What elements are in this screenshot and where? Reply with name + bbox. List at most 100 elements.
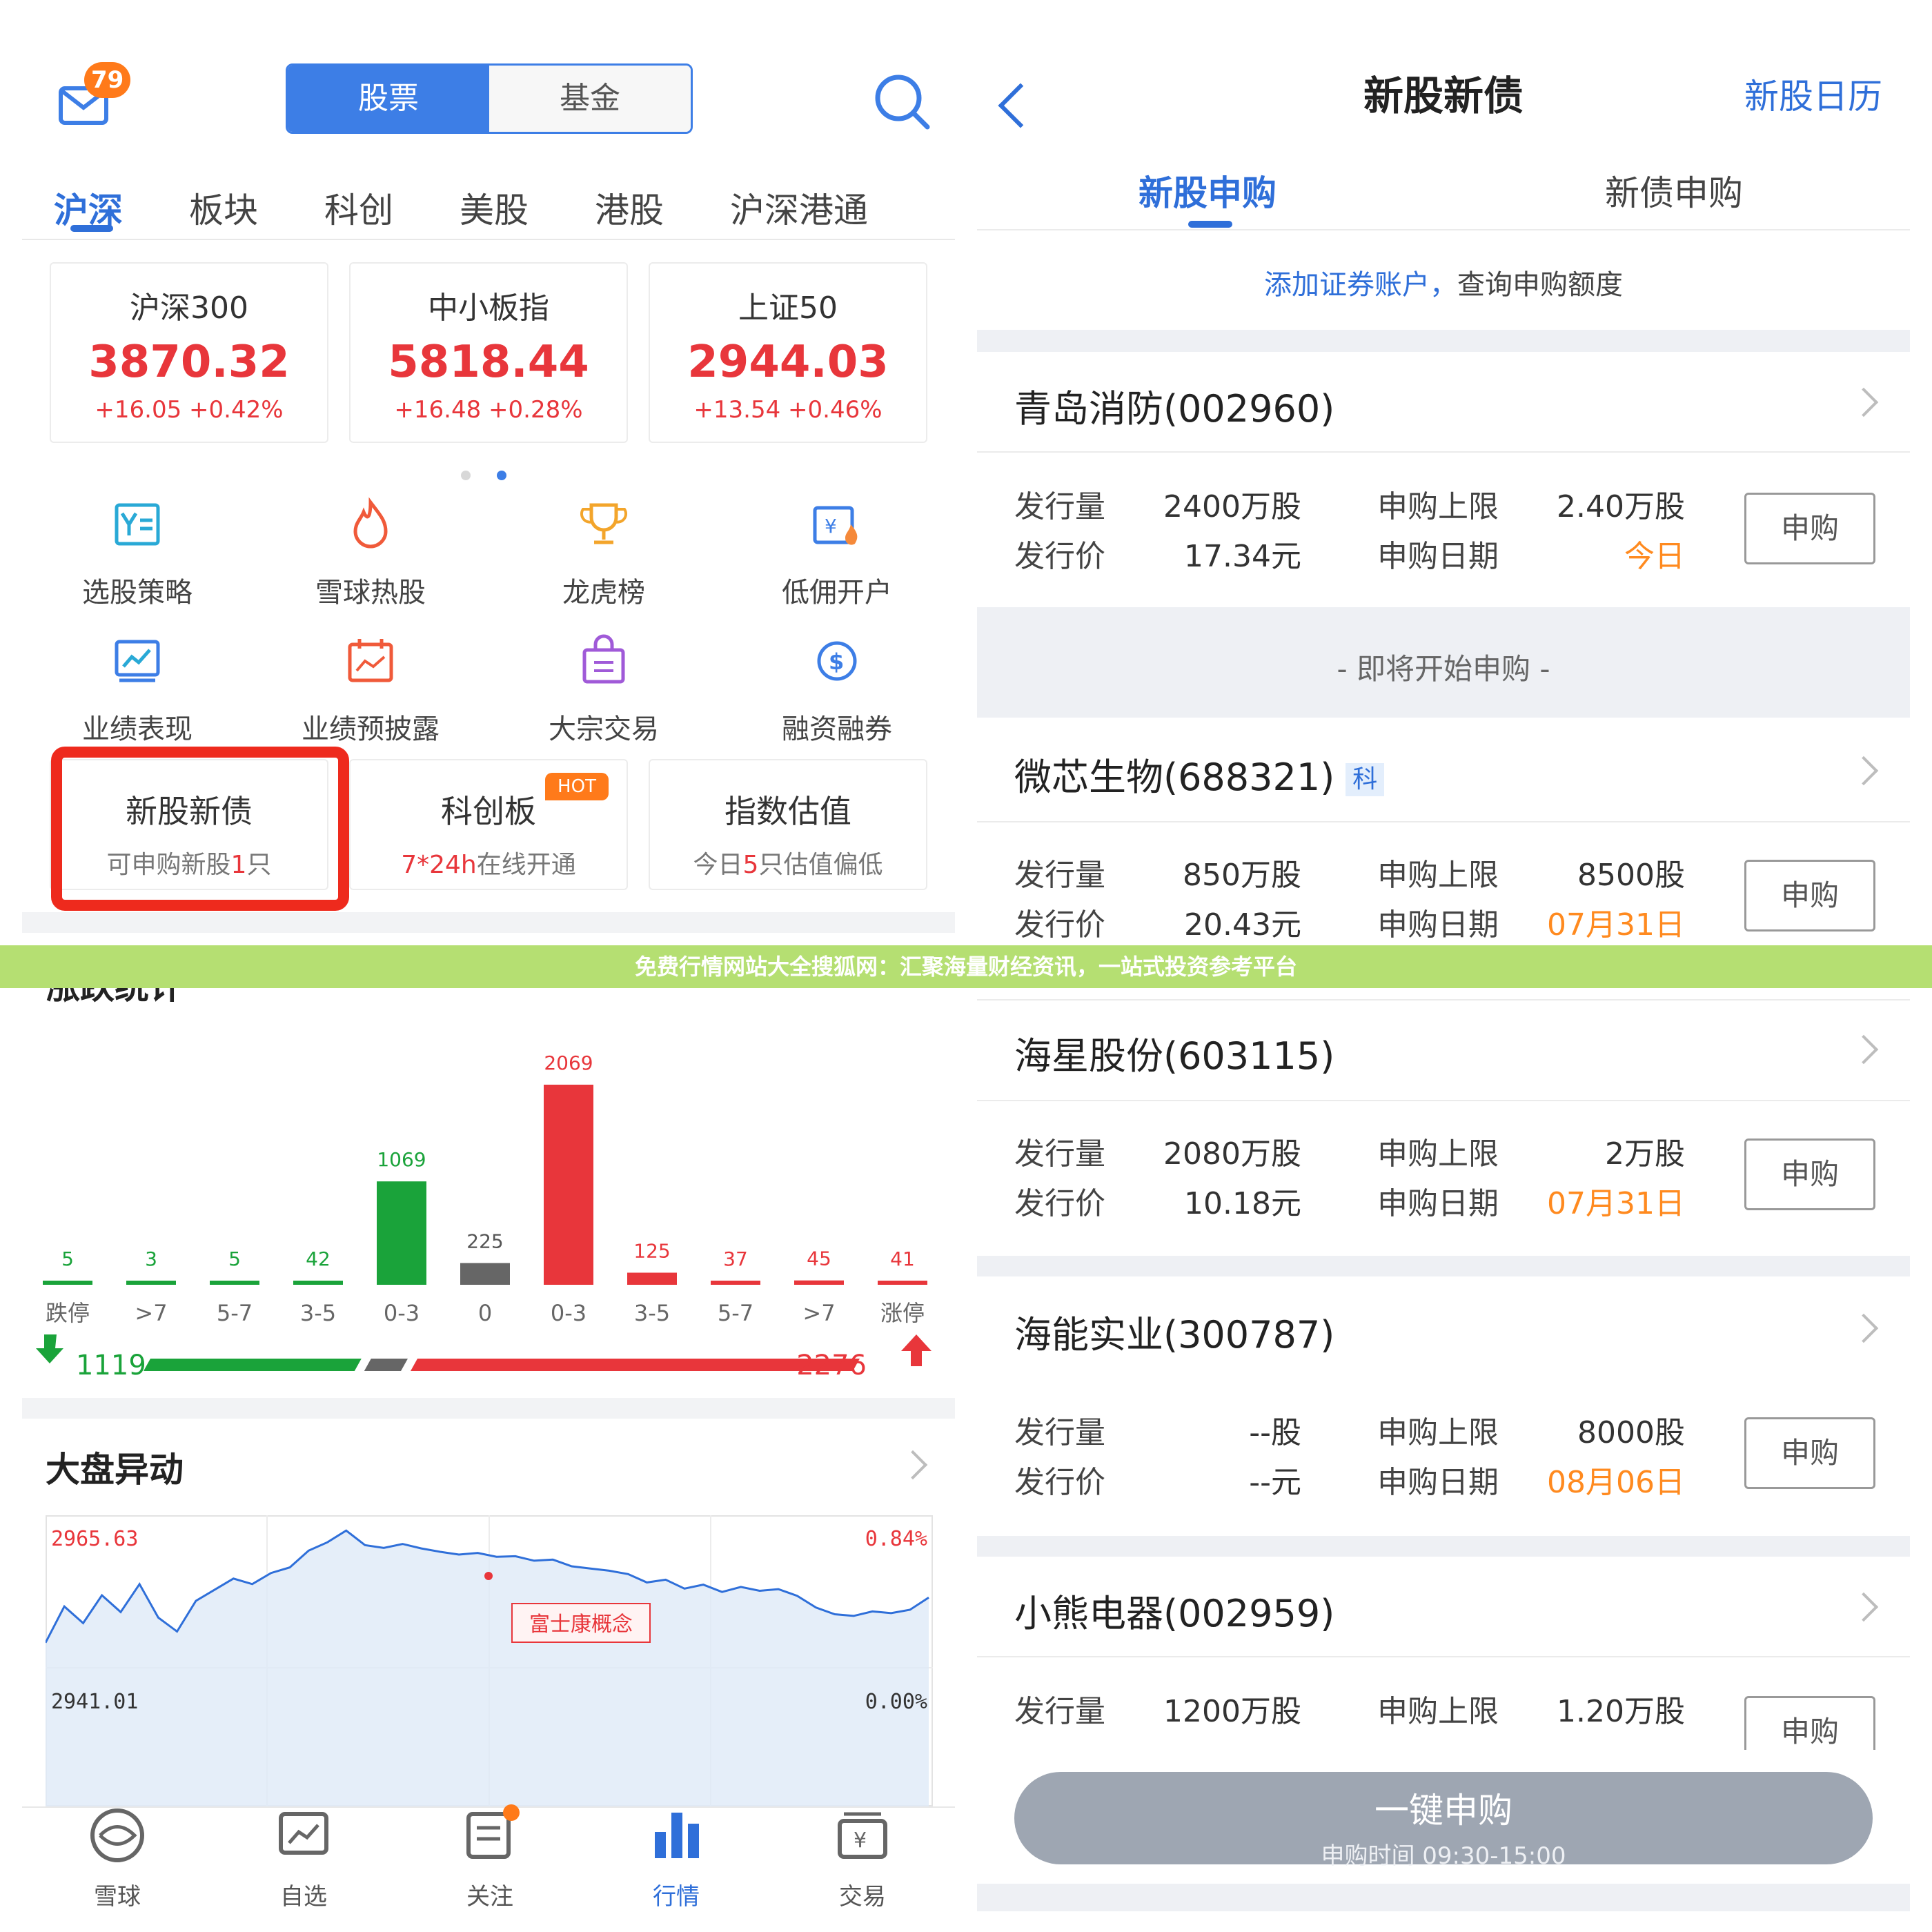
chevron-right-icon[interactable] <box>1849 387 1879 417</box>
nav-xueqiu[interactable]: 雪球 <box>48 1804 186 1911</box>
value-date: 07月31日 <box>1547 907 1685 943</box>
tab-new-stocks[interactable]: 新股申购 <box>1138 166 1276 215</box>
chevron-right-icon[interactable] <box>1849 1034 1879 1065</box>
nav-label: 关注 <box>466 1883 513 1911</box>
tabs-divider <box>22 239 955 240</box>
subscribe-button[interactable]: 申购 <box>1744 1417 1875 1489</box>
tab-new-bonds[interactable]: 新债申购 <box>1605 166 1743 215</box>
menu-block-trade[interactable]: 大宗交易 <box>518 633 690 747</box>
price-low: 2941.01 <box>51 1690 138 1714</box>
index-card-hs300[interactable]: 沪深300 3870.32 +16.05 +0.42% <box>50 262 328 443</box>
promo-index-valuation[interactable]: 指数估值 今日5只估值偏低 <box>649 759 927 890</box>
menu-performance[interactable]: 业绩表现 <box>51 633 224 747</box>
nav-follow[interactable]: 关注 <box>421 1804 559 1911</box>
seg-stock[interactable]: 股票 <box>288 66 489 132</box>
index-name: 上证50 <box>738 290 838 326</box>
label-price: 发行价 <box>1014 539 1105 574</box>
bar-7 <box>627 1272 677 1285</box>
value-volume: 2080万股 <box>1163 1136 1301 1172</box>
market-move-title: 大盘异动 <box>46 1450 184 1490</box>
value-limit: 8000股 <box>1577 1415 1685 1450</box>
star-board-badge: 科 <box>1346 763 1385 797</box>
tab-connect[interactable]: 沪深港通 <box>730 183 868 233</box>
value-volume: 850万股 <box>1183 858 1301 893</box>
index-value: 5818.44 <box>388 337 589 388</box>
value-limit: 1.20万股 <box>1557 1694 1685 1729</box>
bar-4 <box>377 1181 426 1285</box>
menu-open-account[interactable]: ¥ 低佣开户 <box>751 497 923 610</box>
arrow-down-icon <box>36 1334 63 1363</box>
menu-stock-strategy[interactable]: 选股策略 <box>51 497 224 610</box>
breadth-down <box>144 1359 362 1371</box>
chevron-right-icon[interactable] <box>1849 1313 1879 1343</box>
nav-watchlist[interactable]: 自选 <box>235 1804 373 1911</box>
nav-trade[interactable]: ¥ 交易 <box>793 1804 931 1911</box>
label-volume: 发行量 <box>1014 858 1105 893</box>
menu-earnings-preview[interactable]: 业绩预披露 <box>284 633 457 747</box>
stock-name[interactable]: 海能实业(300787) <box>1014 1304 1334 1359</box>
add-account-link[interactable]: 添加证券账户， <box>1264 269 1457 301</box>
label-limit: 申购上限 <box>1377 858 1499 893</box>
stock-name[interactable]: 海星股份(603115) <box>1014 1025 1334 1080</box>
menu-label: 选股策略 <box>82 577 193 609</box>
down-total: 1119 <box>76 1350 146 1381</box>
tab-hk-stocks[interactable]: 港股 <box>595 183 664 233</box>
menu-margin[interactable]: $ 融资融券 <box>751 633 923 747</box>
label-date: 申购日期 <box>1377 539 1499 574</box>
event-tag: 富士康概念 <box>529 1613 633 1637</box>
subscribe-button[interactable]: 申购 <box>1744 493 1875 564</box>
chevron-right-icon[interactable] <box>1849 1592 1879 1622</box>
chevron-right-icon[interactable] <box>1849 756 1879 786</box>
value-volume: 1200万股 <box>1163 1694 1301 1729</box>
event-dot <box>484 1572 493 1580</box>
svg-text:¥: ¥ <box>854 1828 867 1853</box>
snowball-icon <box>90 1808 144 1862</box>
promo-sub: 今日5只估值偏低 <box>693 851 883 879</box>
row-divider <box>977 1656 1910 1657</box>
intraday-line-chart: 2965.63 2941.01 0.84% 0.00% 富士康概念 <box>46 1515 933 1806</box>
svg-text:$: $ <box>829 649 844 675</box>
value-price: 10.18元 <box>1184 1186 1301 1221</box>
search-icon[interactable] <box>871 70 933 132</box>
bar-10 <box>878 1281 927 1285</box>
nav-market[interactable]: 行情 <box>607 1804 745 1911</box>
label-date: 申购日期 <box>1377 1465 1499 1500</box>
stock-name[interactable]: 微芯生物(688321) 科 <box>1014 747 1385 801</box>
market-tabs: 沪深 板块 科创 美股 港股 沪深港通 <box>22 169 955 245</box>
promo-sub: 7*24h在线开通 <box>401 851 576 879</box>
subscribe-button[interactable]: 申购 <box>1744 1138 1875 1210</box>
stock-name[interactable]: 小熊电器(002959) <box>1014 1583 1334 1637</box>
value-limit: 2万股 <box>1605 1136 1685 1172</box>
index-card-sme[interactable]: 中小板指 5818.44 +16.48 +0.28% <box>349 262 628 443</box>
tab-bankuai[interactable]: 板块 <box>189 183 258 233</box>
index-card-sz50[interactable]: 上证50 2944.03 +13.54 +0.46% <box>649 262 927 443</box>
menu-label: 业绩表现 <box>82 713 193 745</box>
menu-label: 低佣开户 <box>782 577 892 609</box>
one-click-subscribe-button[interactable]: 一键申购 申购时间 09:30-15:00 <box>1014 1772 1873 1870</box>
bar-category-3: 3-5 <box>300 1300 336 1326</box>
menu-label: 雪球热股 <box>315 577 426 609</box>
menu-dragon-tiger[interactable]: 龙虎榜 <box>518 497 690 610</box>
row-divider <box>977 1100 1910 1101</box>
seg-fund[interactable]: 基金 <box>489 66 691 132</box>
bar-6 <box>544 1085 593 1285</box>
label-date: 申购日期 <box>1377 1186 1499 1221</box>
label-limit: 申购上限 <box>1377 1415 1499 1450</box>
row-divider <box>977 821 1910 822</box>
bar-value-7: 125 <box>633 1239 670 1262</box>
index-name: 中小板指 <box>428 290 549 326</box>
tab-us-stocks[interactable]: 美股 <box>460 183 529 233</box>
bar-3 <box>293 1281 343 1285</box>
coin-exchange-icon: $ <box>817 641 857 681</box>
section-gap <box>977 1256 1910 1276</box>
menu-hot-stocks[interactable]: 雪球热股 <box>284 497 457 610</box>
bar-category-9: >7 <box>802 1300 835 1326</box>
chevron-right-icon[interactable] <box>898 1450 928 1480</box>
value-price: --元 <box>1249 1465 1301 1500</box>
menu-label: 大宗交易 <box>549 713 659 745</box>
subscribe-button[interactable]: 申购 <box>1744 860 1875 931</box>
index-value: 3870.32 <box>88 337 290 388</box>
tab-kechuang[interactable]: 科创 <box>324 183 393 233</box>
stock-name[interactable]: 青岛消防(002960) <box>1014 378 1334 433</box>
calendar-link[interactable]: 新股日历 <box>1744 69 1882 119</box>
